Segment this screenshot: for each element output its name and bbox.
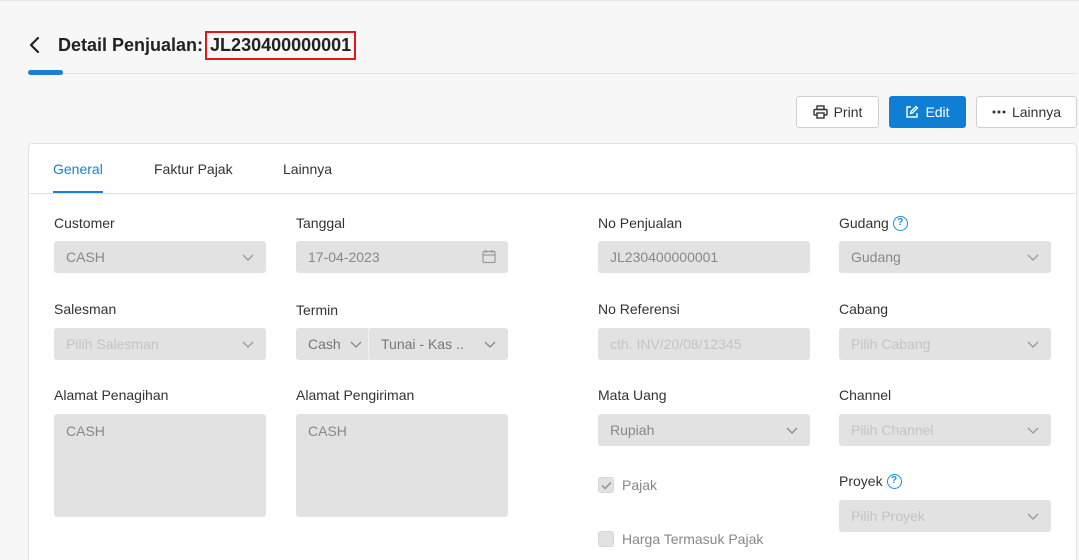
chevron-down-icon (1027, 341, 1039, 348)
tanggal-value: 17-04-2023 (308, 249, 380, 265)
cabang-label: Cabang (839, 301, 889, 317)
no-penjualan-label: No Penjualan (598, 215, 683, 231)
gudang-select[interactable]: Gudang (839, 241, 1051, 273)
check-icon (600, 481, 612, 490)
mata-uang-label: Mata Uang (598, 387, 667, 403)
channel-select[interactable]: Pilih Channel (839, 414, 1051, 446)
customer-select[interactable]: CASH (54, 241, 266, 273)
termin-account-select[interactable]: Tunai - Kas .. (368, 328, 508, 360)
chevron-down-icon (786, 427, 798, 434)
chevron-left-icon (29, 36, 40, 54)
help-icon[interactable]: ? (886, 473, 902, 489)
no-penjualan-value: JL230400000001 (610, 249, 719, 265)
edit-button[interactable]: Edit (889, 96, 966, 128)
channel-placeholder: Pilih Channel (851, 422, 934, 438)
active-tab-indicator (53, 191, 103, 193)
tab-bar: General Faktur Pajak Lainnya (29, 144, 1076, 194)
tab-lainnya[interactable]: Lainnya (283, 161, 332, 177)
gudang-label: Gudang (839, 215, 889, 231)
no-referensi-placeholder: cth. INV/20/08/12345 (610, 336, 742, 352)
page-header: Detail Penjualan: JL230400000001 (28, 30, 357, 60)
proyek-select[interactable]: Pilih Proyek (839, 500, 1051, 532)
harga-termasuk-pajak-checkbox[interactable] (598, 531, 614, 547)
printer-icon (812, 105, 828, 119)
ellipsis-icon (992, 110, 1006, 114)
cabang-select[interactable]: Pilih Cabang (839, 328, 1051, 360)
pajak-label: Pajak (622, 477, 658, 493)
document-number: JL230400000001 (205, 30, 357, 60)
chevron-down-icon (350, 341, 362, 348)
channel-label: Channel (839, 387, 892, 403)
gudang-label-wrap: Gudang ? (839, 215, 908, 231)
mata-uang-select[interactable]: Rupiah (598, 414, 810, 446)
header-divider (28, 73, 1077, 74)
proyek-label-wrap: Proyek ? (839, 473, 902, 489)
salesman-placeholder: Pilih Salesman (66, 336, 159, 352)
mata-uang-value: Rupiah (610, 422, 655, 438)
customer-value: CASH (66, 249, 105, 265)
back-button[interactable] (28, 30, 52, 60)
no-referensi-input[interactable]: cth. INV/20/08/12345 (598, 328, 810, 360)
more-label: Lainnya (1011, 104, 1062, 120)
chevron-down-icon (484, 341, 496, 348)
more-button[interactable]: Lainnya (976, 96, 1077, 128)
alamat-penagihan-value: CASH (66, 423, 105, 439)
termin-account-value: Tunai - Kas .. (381, 336, 464, 352)
cabang-placeholder: Pilih Cabang (851, 336, 931, 352)
salesman-label: Salesman (54, 301, 117, 317)
header-accent-bar (28, 70, 63, 75)
salesman-select[interactable]: Pilih Salesman (54, 328, 266, 360)
edit-label: Edit (925, 104, 950, 120)
tanggal-label: Tanggal (296, 215, 346, 231)
alamat-pengiriman-label: Alamat Pengiriman (296, 387, 415, 403)
chevron-down-icon (242, 254, 254, 261)
detail-card: General Faktur Pajak Lainnya Customer CA… (28, 143, 1077, 560)
termin-label: Termin (296, 302, 339, 318)
tab-faktur-pajak[interactable]: Faktur Pajak (154, 161, 233, 177)
help-icon[interactable]: ? (892, 215, 908, 231)
proyek-label: Proyek (839, 473, 883, 489)
chevron-down-icon (242, 341, 254, 348)
chevron-down-icon (1027, 427, 1039, 434)
pajak-checkbox-row[interactable]: Pajak (598, 477, 657, 493)
top-border (0, 0, 1079, 1)
chevron-down-icon (1027, 513, 1039, 520)
alamat-penagihan-label: Alamat Penagihan (54, 387, 169, 403)
termin-type-select[interactable]: Cash (296, 328, 370, 360)
customer-label: Customer (54, 215, 115, 231)
alamat-pengiriman-textarea[interactable]: CASH (296, 414, 508, 517)
termin-type-value: Cash (308, 336, 341, 352)
harga-termasuk-pajak-label: Harga Termasuk Pajak (622, 531, 764, 547)
alamat-pengiriman-value: CASH (308, 423, 347, 439)
tanggal-datepicker[interactable]: 17-04-2023 (296, 241, 508, 273)
calendar-icon (482, 250, 496, 264)
print-label: Print (833, 104, 863, 120)
no-referensi-label: No Referensi (598, 301, 680, 317)
edit-icon (906, 105, 919, 118)
chevron-down-icon (1027, 254, 1039, 261)
gudang-value: Gudang (851, 249, 901, 265)
proyek-placeholder: Pilih Proyek (851, 508, 925, 524)
tab-general[interactable]: General (53, 161, 103, 177)
pajak-checkbox[interactable] (598, 477, 614, 493)
page-title: Detail Penjualan: (58, 34, 204, 55)
no-penjualan-input[interactable]: JL230400000001 (598, 241, 810, 273)
print-button[interactable]: Print (796, 96, 879, 128)
harga-termasuk-pajak-row[interactable]: Harga Termasuk Pajak (598, 531, 763, 547)
alamat-penagihan-textarea[interactable]: CASH (54, 414, 266, 517)
